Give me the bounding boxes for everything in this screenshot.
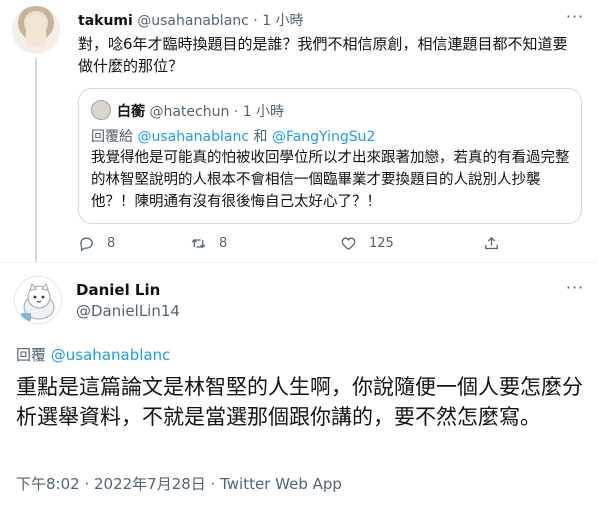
quote-text: 我覺得他是可能真的怕被收回學位所以才出來跟著加戀，若真的有看過完整的林智堅說明的… [91, 150, 570, 210]
tweet-meta[interactable]: 下午8:02 · 2022年7月28日 · Twitter Web App [16, 473, 342, 494]
user-handle: @hatechun [149, 104, 230, 120]
retweet-button[interactable]: 8 [190, 233, 227, 253]
display-name: 白蘅 [117, 104, 145, 120]
heart-icon [341, 237, 356, 250]
tweet-text: 重點是這篇論文是林智堅的人生啊，你說隨便一個人要怎麼分析選舉資料，不就是當選那個… [16, 375, 583, 429]
reply-button[interactable]: 8 [78, 233, 115, 253]
reply-prefix: 回覆給 [91, 129, 133, 145]
tweet-header: takumi @usahanablanc · 1 小時 [78, 10, 304, 30]
avatar[interactable] [12, 6, 60, 54]
timestamp[interactable]: 1 小時 [262, 13, 303, 29]
display-name[interactable]: takumi [78, 13, 133, 29]
like-count: 125 [369, 235, 394, 251]
cat-avatar-icon [21, 282, 55, 321]
separator: · [253, 13, 258, 29]
tweet-actions: 8 8 125 [78, 233, 578, 253]
more-options-button[interactable]: ··· [563, 278, 587, 301]
user-handle[interactable]: @DanielLin14 [76, 302, 180, 320]
mention-link[interactable]: @FangYingSu2 [272, 129, 375, 145]
reply-context: 回覆給 @usahanablanc 和 @FangYingSu2 [91, 126, 375, 146]
thread-line [35, 58, 37, 262]
timestamp: 1 小時 [242, 104, 285, 120]
tweet-takumi[interactable]: takumi @usahanablanc · 1 小時 ··· 對，唸6年才臨時… [0, 0, 597, 262]
like-button[interactable]: 125 [340, 233, 394, 253]
quote-header: 白蘅 @hatechun · 1 小時 [117, 101, 284, 121]
reply-context: 回覆 @usahanablanc [16, 344, 170, 365]
avatar[interactable] [14, 276, 62, 324]
quoted-tweet[interactable]: 白蘅 @hatechun · 1 小時 回覆給 @usahanablanc 和 … [78, 88, 582, 224]
retweet-icon [191, 238, 206, 248]
more-horizontal-icon: ··· [565, 278, 585, 297]
more-options-button[interactable]: ··· [563, 7, 587, 30]
reply-count: 8 [107, 235, 116, 251]
divider [0, 262, 597, 263]
share-button[interactable] [483, 233, 512, 253]
mention-link[interactable]: @usahanablanc [51, 346, 171, 364]
display-name[interactable]: Daniel Lin [76, 281, 160, 299]
tweet-text: 對，唸6年才臨時換題目的是誰？我們不相信原創，相信連題目都不知道要做什麼的那位？ [78, 35, 568, 75]
user-handle[interactable]: @usahanablanc [137, 13, 249, 29]
reply-icon [80, 237, 93, 252]
separator: · [233, 104, 239, 120]
more-horizontal-icon: ··· [565, 7, 585, 26]
share-icon [485, 236, 498, 249]
mention-link[interactable]: @usahanablanc [137, 129, 249, 145]
reply-prefix: 回覆 [16, 346, 47, 364]
retweet-count: 8 [219, 235, 228, 251]
avatar [91, 100, 111, 120]
reply-conjunction: 和 [253, 129, 268, 145]
